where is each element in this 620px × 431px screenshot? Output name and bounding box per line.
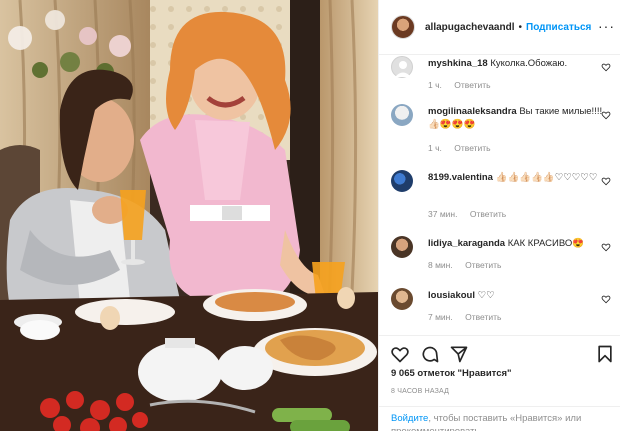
commenter-username[interactable]: myshkina_18 bbox=[428, 58, 488, 69]
comment-meta: 7 мин. Ответить bbox=[428, 312, 511, 322]
comment-time: 37 мин. bbox=[428, 209, 458, 219]
login-prompt: Войдите, чтобы поставить «Нравится» или … bbox=[379, 406, 620, 431]
heart-icon[interactable] bbox=[390, 344, 410, 364]
comment-heart-icon[interactable] bbox=[601, 110, 611, 120]
comment-time: 7 мин. bbox=[428, 312, 453, 322]
comment-body: Куколка.Обожаю. bbox=[490, 58, 568, 69]
comment-meta: 37 мин. Ответить bbox=[428, 209, 516, 219]
comment-meta: 1 ч. Ответить bbox=[428, 143, 501, 153]
comment-item: mogilinaaleksandra Вы такие милые!!!!👍🏻😍… bbox=[391, 104, 615, 160]
share-icon[interactable] bbox=[449, 344, 469, 364]
commenter-avatar[interactable] bbox=[391, 104, 413, 126]
commenter-avatar[interactable] bbox=[391, 236, 413, 258]
author-username[interactable]: allapugachevaandl bbox=[425, 22, 514, 33]
commenter-username[interactable]: lidiya_karaganda bbox=[428, 238, 505, 249]
comment-meta: 1 ч. Ответить bbox=[428, 80, 501, 90]
comment-text: 8199.valentina 👍🏻👍🏻👍🏻👍🏻👍🏻♡♡♡♡♡ bbox=[428, 171, 606, 184]
reply-button[interactable]: Ответить bbox=[465, 260, 501, 270]
photo-illustration: GLV bbox=[0, 0, 378, 431]
comment-text: myshkina_18 Куколка.Обожаю. bbox=[428, 57, 606, 70]
comment-text: lousiakoul ♡♡ bbox=[428, 289, 606, 302]
comment-item: 8199.valentina 👍🏻👍🏻👍🏻👍🏻👍🏻♡♡♡♡♡ 37 мин. О… bbox=[391, 170, 615, 226]
post-side-panel: allapugachevaandl • Подписаться ··· mysh… bbox=[378, 0, 620, 431]
post-header: allapugachevaandl • Подписаться ··· bbox=[379, 0, 620, 55]
commenter-username[interactable]: lousiakoul bbox=[428, 290, 475, 301]
commenter-username[interactable]: mogilinaaleksandra bbox=[428, 106, 517, 117]
reply-button[interactable]: Ответить bbox=[470, 209, 506, 219]
comment-heart-icon[interactable] bbox=[601, 176, 611, 186]
comment-item: myshkina_18 Куколка.Обожаю. 1 ч. Ответит… bbox=[391, 56, 615, 96]
comment-icon[interactable] bbox=[420, 344, 440, 364]
reply-button[interactable]: Ответить bbox=[465, 312, 501, 322]
comment-time: 8 мин. bbox=[428, 260, 453, 270]
comment-heart-icon[interactable] bbox=[601, 294, 611, 304]
comment-time: 1 ч. bbox=[428, 143, 442, 153]
header-separator: • bbox=[518, 21, 522, 33]
comment-body: КАК КРАСИВО😍 bbox=[507, 238, 585, 249]
comment-time: 1 ч. bbox=[428, 80, 442, 90]
comment-item: lidiya_karaganda КАК КРАСИВО😍 8 мин. Отв… bbox=[391, 236, 615, 276]
bookmark-icon[interactable] bbox=[595, 344, 615, 364]
commenter-avatar[interactable] bbox=[391, 56, 413, 78]
comment-text: lidiya_karaganda КАК КРАСИВО😍 bbox=[428, 237, 606, 250]
login-link[interactable]: Войдите bbox=[391, 413, 428, 424]
comment-text: mogilinaaleksandra Вы такие милые!!!!👍🏻😍… bbox=[428, 105, 606, 131]
comment-meta: 8 мин. Ответить bbox=[428, 260, 511, 270]
commenter-avatar[interactable] bbox=[391, 288, 413, 310]
comment-heart-icon[interactable] bbox=[601, 242, 611, 252]
reply-button[interactable]: Ответить bbox=[454, 80, 490, 90]
comment-item: lousiakoul ♡♡ 7 мин. Ответить bbox=[391, 288, 615, 328]
comment-body: ♡♡ bbox=[477, 290, 495, 301]
likes-count[interactable]: 9 065 отметок "Нравится" bbox=[391, 368, 512, 379]
author-avatar[interactable] bbox=[391, 15, 415, 39]
commenter-username[interactable]: 8199.valentina bbox=[428, 172, 493, 183]
post-photo[interactable]: GLV bbox=[0, 0, 378, 431]
more-icon[interactable]: ··· bbox=[598, 18, 615, 34]
commenter-avatar[interactable] bbox=[391, 170, 413, 192]
follow-button[interactable]: Подписаться bbox=[526, 22, 591, 33]
reply-button[interactable]: Ответить bbox=[454, 143, 490, 153]
comment-body: 👍🏻👍🏻👍🏻👍🏻👍🏻♡♡♡♡♡ bbox=[495, 172, 598, 183]
comment-heart-icon[interactable] bbox=[601, 62, 611, 72]
action-bar bbox=[379, 335, 620, 371]
default-avatar-icon bbox=[395, 61, 411, 77]
post-timestamp[interactable]: 8 ЧАСОВ НАЗАД bbox=[391, 388, 449, 395]
